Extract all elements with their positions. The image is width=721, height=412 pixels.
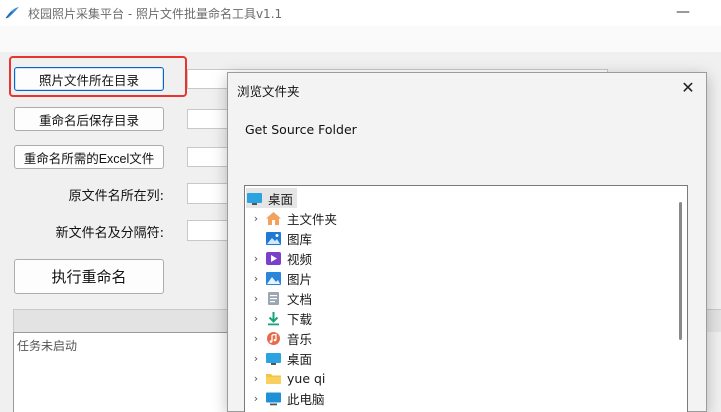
tree-item-label: 桌面 xyxy=(287,351,313,367)
tree-item-yue-qi[interactable]: › yue qi xyxy=(247,368,326,388)
tree-item-label: 文档 xyxy=(287,291,313,307)
tree-item-label: yue qi xyxy=(287,370,326,386)
tree-item-label: 桌面 xyxy=(268,191,294,207)
home-icon xyxy=(265,211,282,226)
tree-item-music[interactable]: › 音乐 xyxy=(247,328,312,348)
tree-item-partial[interactable] xyxy=(247,408,287,412)
chevron-right-icon[interactable]: › xyxy=(247,372,265,385)
tree-item-label: 此电脑 xyxy=(287,391,325,407)
tree-item-home[interactable]: › 主文件夹 xyxy=(247,208,337,228)
chevron-right-icon[interactable]: › xyxy=(247,392,265,405)
dialog-title: 浏览文件夹 xyxy=(237,84,300,99)
tree-item-label: 视频 xyxy=(287,251,313,267)
folder-icon xyxy=(265,371,282,386)
tree-item-desktop[interactable]: › 桌面 xyxy=(247,348,312,368)
tree-item-label: 主文件夹 xyxy=(287,211,338,227)
log-header xyxy=(13,309,228,332)
window-title: 校园照片采集平台 - 照片文件批量命名工具v1.1 xyxy=(28,7,283,21)
pictures-icon xyxy=(265,271,282,286)
chevron-right-icon[interactable]: › xyxy=(247,352,265,365)
downloads-icon xyxy=(265,311,282,326)
tree-scrollbar[interactable] xyxy=(679,202,682,340)
computer-icon xyxy=(265,391,282,406)
source-column-field[interactable] xyxy=(187,183,232,204)
browse-folder-dialog: 浏览文件夹 ✕ Get Source Folder 桌面 › 主文件夹 图库 ›… xyxy=(227,72,707,412)
tree-item-label: 音乐 xyxy=(287,331,313,347)
desktop-icon xyxy=(246,191,263,206)
tree-item-desktop-root[interactable]: 桌面 xyxy=(246,188,298,208)
highlight-box xyxy=(9,56,187,97)
videos-icon xyxy=(265,251,282,266)
folder-tree[interactable]: 桌面 › 主文件夹 图库 › 视频 › 图片 › 文档 › 下载 › 音乐 › … xyxy=(244,185,688,412)
tree-item-documents[interactable]: › 文档 xyxy=(247,288,312,308)
tree-item-label: 图库 xyxy=(287,231,313,247)
tree-item-downloads[interactable]: › 下载 xyxy=(247,308,312,328)
new-name-field[interactable] xyxy=(187,220,232,241)
excel-file-button[interactable]: 重命名所需的Excel文件 xyxy=(14,145,164,169)
chevron-right-icon[interactable]: › xyxy=(247,312,265,325)
save-dir-button[interactable]: 重命名后保存目录 xyxy=(14,107,164,131)
tree-item-videos[interactable]: › 视频 xyxy=(247,248,312,268)
new-name-label: 新文件名及分隔符: xyxy=(55,226,164,241)
desktop-icon xyxy=(265,351,282,366)
run-rename-button[interactable]: 执行重命名 xyxy=(14,259,164,294)
documents-icon xyxy=(265,291,282,306)
excel-file-field[interactable] xyxy=(187,147,232,167)
tree-item-label: 图片 xyxy=(287,271,313,287)
tree-item-pictures[interactable]: › 图片 xyxy=(247,268,312,288)
tree-item-this-pc[interactable]: › 此电脑 xyxy=(247,388,325,408)
minimize-button[interactable]: — xyxy=(672,3,694,23)
chevron-right-icon[interactable]: › xyxy=(247,252,265,265)
save-dir-field[interactable] xyxy=(187,109,232,129)
log-status-text: 任务未启动 xyxy=(17,339,78,353)
tree-item-gallery[interactable]: 图库 xyxy=(247,228,312,248)
source-column-label: 原文件名所在列: xyxy=(68,189,164,204)
music-icon xyxy=(265,331,282,346)
title-bar: 校园照片采集平台 - 照片文件批量命名工具v1.1 — xyxy=(0,0,721,26)
chevron-right-icon[interactable]: › xyxy=(247,272,265,285)
header-band xyxy=(0,26,721,52)
dialog-description: Get Source Folder xyxy=(245,122,357,137)
close-icon[interactable]: ✕ xyxy=(676,78,700,100)
gallery-icon xyxy=(265,231,282,246)
chevron-right-icon[interactable]: › xyxy=(247,332,265,345)
app-feather-icon xyxy=(5,7,19,19)
log-area[interactable]: 任务未启动 xyxy=(13,332,228,412)
tree-item-label: 下载 xyxy=(287,311,313,327)
chevron-right-icon[interactable]: › xyxy=(247,212,265,225)
chevron-right-icon[interactable]: › xyxy=(247,292,265,305)
